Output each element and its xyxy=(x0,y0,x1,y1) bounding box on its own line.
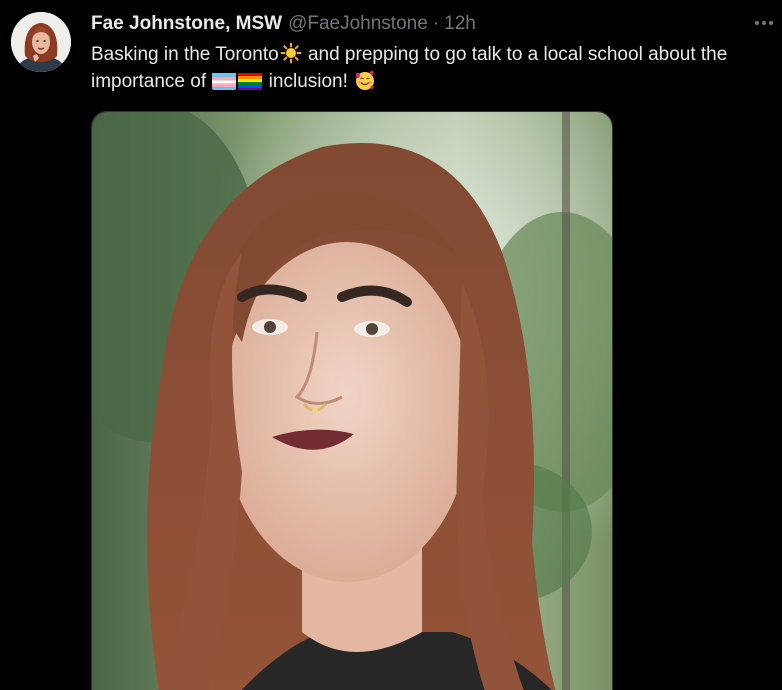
sun-emoji-icon xyxy=(280,42,302,64)
header-separator: · xyxy=(432,13,440,34)
more-options-icon[interactable] xyxy=(752,13,776,33)
smiling-face-with-hearts-icon xyxy=(354,69,376,91)
author-avatar[interactable] xyxy=(11,12,71,72)
tweet-card: Fae Johnstone, MSW @FaeJohnstone · 12h B… xyxy=(0,0,782,690)
author-display-name[interactable]: Fae Johnstone, MSW xyxy=(91,12,282,36)
tweet-timestamp[interactable]: 12h xyxy=(444,12,476,36)
tweet-text-part-1: Basking in the Toronto xyxy=(91,44,279,65)
tweet-header: Fae Johnstone, MSW @FaeJohnstone · 12h xyxy=(91,12,476,36)
transgender-flag-icon xyxy=(212,72,237,90)
rainbow-flag-icon xyxy=(238,72,263,90)
tweet-text-part-3: inclusion! xyxy=(263,71,354,92)
tweet-text: Basking in the Toronto and prepping to g… xyxy=(91,41,771,95)
author-handle[interactable]: @FaeJohnstone xyxy=(288,12,428,36)
tweet-photo[interactable] xyxy=(91,111,613,690)
